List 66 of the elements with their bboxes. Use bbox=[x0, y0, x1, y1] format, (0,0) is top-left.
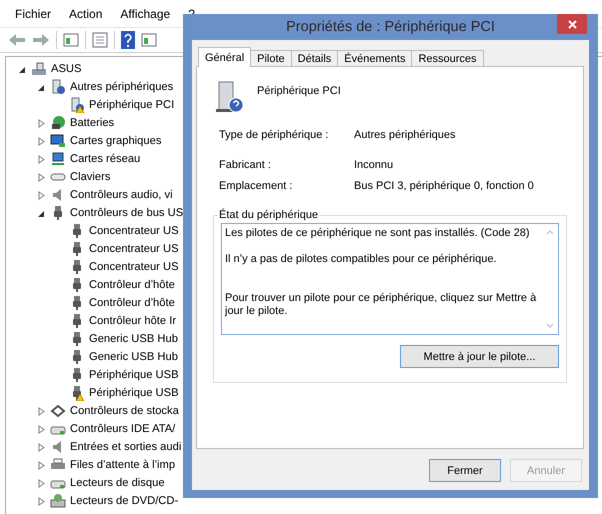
close-button[interactable] bbox=[557, 14, 587, 34]
device-icon bbox=[50, 151, 66, 167]
group-title: État du périphérique bbox=[218, 209, 320, 221]
device-icon bbox=[50, 115, 66, 131]
menu-item[interactable]: Fichier bbox=[6, 6, 60, 20]
tree-item[interactable]: Batteries bbox=[70, 117, 114, 129]
tree-item[interactable]: Generic USB Hub bbox=[89, 351, 178, 363]
scroll-down-icon[interactable] bbox=[546, 323, 554, 328]
tab[interactable]: Ressources bbox=[411, 50, 484, 67]
status-text: Les pilotes de ce périphérique ne sont pas installés. (Code 28) bbox=[225, 227, 531, 240]
tree-item[interactable]: Lecteurs de disque bbox=[70, 477, 165, 489]
status-text: Il n’y a pas de pilotes compatibles pour ce périphérique. bbox=[225, 253, 498, 266]
close-icon bbox=[568, 20, 576, 28]
tree-item[interactable]: Contrôleurs de bus US bbox=[70, 207, 184, 219]
menu-item[interactable]: Action bbox=[60, 6, 112, 20]
tree-item[interactable]: Contrôleur hôte Ir bbox=[89, 315, 176, 327]
help-icon[interactable] bbox=[121, 31, 135, 49]
device-icon bbox=[50, 133, 66, 149]
property-value: Autres périphériques bbox=[354, 129, 457, 141]
tree-item[interactable]: Périphérique PCI bbox=[89, 99, 174, 111]
expand-arrow-icon[interactable] bbox=[37, 82, 46, 92]
tree-item[interactable]: Autres périphériques bbox=[70, 81, 174, 93]
window-icon[interactable] bbox=[63, 33, 79, 47]
expand-arrow-icon[interactable] bbox=[37, 208, 46, 218]
device-icon bbox=[50, 403, 66, 419]
tree-item[interactable]: Generic USB Hub bbox=[89, 333, 178, 345]
tree-item[interactable]: Cartes réseau bbox=[70, 153, 140, 165]
device-icon bbox=[50, 79, 66, 95]
tree-item[interactable]: Périphérique USB bbox=[89, 369, 179, 381]
update-driver-button[interactable]: Mettre à jour le pilote... bbox=[400, 345, 559, 368]
property-value: Bus PCI 3, périphérique 0, fonction 0 bbox=[354, 180, 535, 192]
device-name: Périphérique PCI bbox=[257, 85, 341, 97]
expand-arrow-icon[interactable] bbox=[18, 64, 27, 74]
property-label: Type de périphérique : bbox=[219, 129, 330, 141]
tree-item[interactable]: Concentrateur US bbox=[89, 243, 179, 255]
back-icon[interactable] bbox=[8, 33, 26, 47]
tree-item[interactable]: Files d’attente à l’imp bbox=[70, 459, 176, 471]
tab[interactable]: Général bbox=[198, 47, 252, 67]
tree-item[interactable]: Contrôleurs IDE ATA/ bbox=[70, 423, 176, 435]
tree-item[interactable]: Concentrateur US bbox=[89, 225, 179, 237]
property-label: Fabricant : bbox=[219, 159, 272, 171]
device-icon bbox=[213, 80, 245, 114]
tree-item[interactable]: Claviers bbox=[70, 171, 110, 183]
status-text: Pour trouver un pilote pour ce périphérique, cliquez sur Mettre à jour le pilote. bbox=[225, 292, 538, 318]
tree-item[interactable]: Contrôleurs de stocka bbox=[70, 405, 179, 417]
property-value: Inconnu bbox=[354, 159, 394, 171]
status-text-box[interactable] bbox=[221, 223, 559, 335]
device-icon bbox=[31, 61, 47, 77]
tree-item[interactable]: Lecteurs de DVD/CD- bbox=[70, 495, 178, 507]
tree-item[interactable]: Cartes graphiques bbox=[70, 135, 162, 147]
list-icon[interactable] bbox=[92, 32, 108, 48]
window-title: Propriétés de : Périphérique PCI bbox=[286, 19, 495, 35]
scroll-up-icon[interactable] bbox=[546, 230, 554, 235]
tree-item[interactable]: Périphérique USB bbox=[89, 387, 179, 399]
menu-item[interactable]: Affichage bbox=[111, 6, 180, 20]
window-icon[interactable] bbox=[141, 33, 157, 47]
tree-item[interactable]: ASUS bbox=[51, 63, 82, 75]
forward-icon[interactable] bbox=[32, 33, 50, 47]
tree-item[interactable]: Contrôleur d’hôte bbox=[89, 297, 175, 309]
property-label: Emplacement : bbox=[219, 180, 294, 192]
tree-item[interactable]: Entrées et sorties audi bbox=[70, 441, 182, 453]
dialog-button[interactable]: Fermer bbox=[429, 459, 501, 482]
device-icon bbox=[50, 493, 66, 509]
tree-item[interactable]: Contrôleurs audio, vi bbox=[70, 189, 173, 201]
tree-item[interactable]: Concentrateur US bbox=[89, 261, 179, 273]
tree-item[interactable]: Contrôleur d’hôte bbox=[89, 279, 175, 291]
